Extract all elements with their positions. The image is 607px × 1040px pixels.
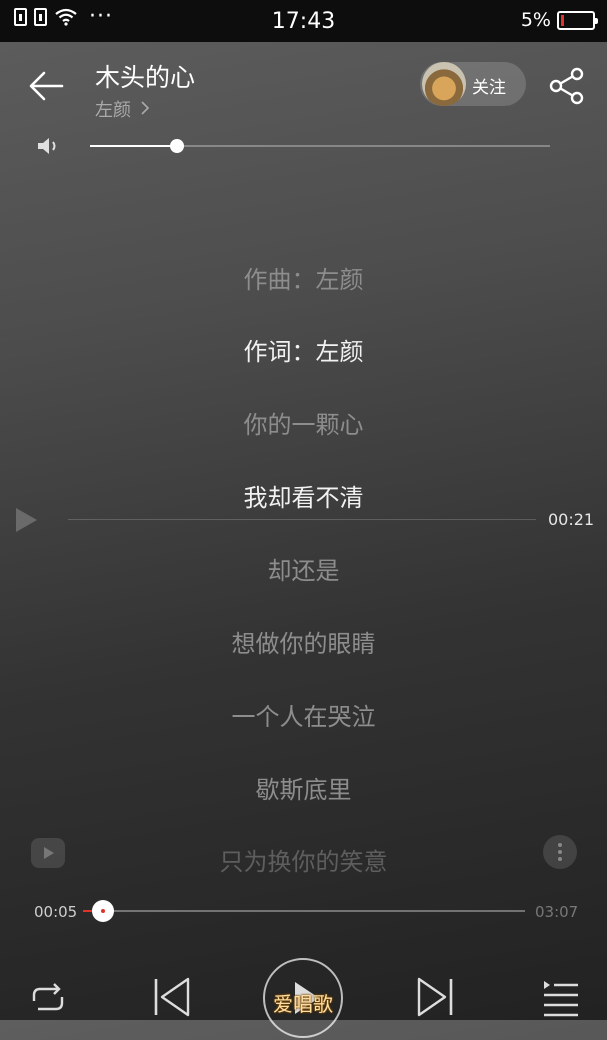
follow-label: 关注	[472, 78, 506, 98]
lyric-seek-line	[68, 519, 536, 520]
progress-bar[interactable]	[83, 900, 525, 922]
song-title: 木头的心	[95, 63, 196, 92]
lyric-line[interactable]: 歇斯底里	[0, 770, 607, 805]
lyric-seek-time: 00:21	[548, 510, 595, 529]
lyric-line[interactable]: 却还是	[0, 551, 607, 586]
lyric-line[interactable]: 作词：左颜	[0, 332, 607, 367]
volume-thumb[interactable]	[170, 139, 185, 153]
play-icon[interactable]	[12, 505, 40, 535]
watermark: 爱唱歌	[273, 992, 333, 1016]
volume-level	[90, 145, 178, 147]
artist-name: 左颜	[95, 100, 131, 121]
status-time: 17:43	[271, 9, 336, 34]
total-time: 03:07	[535, 903, 579, 921]
back-arrow-icon[interactable]	[22, 62, 70, 110]
battery-percent: 5%	[520, 9, 551, 31]
next-icon[interactable]	[413, 975, 457, 1019]
chevron-right-icon	[141, 101, 149, 115]
lyric-line[interactable]: 只为换你的笑意	[0, 842, 607, 877]
repeat-icon[interactable]	[26, 975, 70, 1019]
current-time: 00:05	[34, 903, 78, 921]
follow-button[interactable]: 关注	[420, 62, 526, 106]
progress-thumb[interactable]	[91, 900, 114, 922]
status-bar: ··· 17:43 5%	[0, 0, 607, 42]
battery-icon	[557, 10, 598, 30]
status-right: 5%	[520, 9, 598, 31]
previous-icon[interactable]	[150, 975, 194, 1019]
lyric-line[interactable]: 作曲：左颜	[0, 260, 607, 295]
share-icon[interactable]	[546, 64, 590, 108]
mv-icon[interactable]	[31, 838, 65, 868]
playlist-icon[interactable]	[538, 975, 582, 1019]
lyric-line[interactable]: 想做你的眼睛	[0, 624, 607, 659]
lyric-line[interactable]: 我却看不清	[0, 478, 607, 513]
lyric-line[interactable]: 你的一颗心	[0, 405, 607, 440]
lyric-line[interactable]: 一个人在哭泣	[0, 697, 607, 732]
more-vertical-icon[interactable]	[543, 835, 577, 869]
artist-avatar[interactable]	[422, 62, 466, 106]
volume-slider[interactable]	[90, 139, 550, 153]
volume-icon[interactable]	[36, 134, 62, 158]
artist-link[interactable]: 左颜	[95, 96, 150, 122]
